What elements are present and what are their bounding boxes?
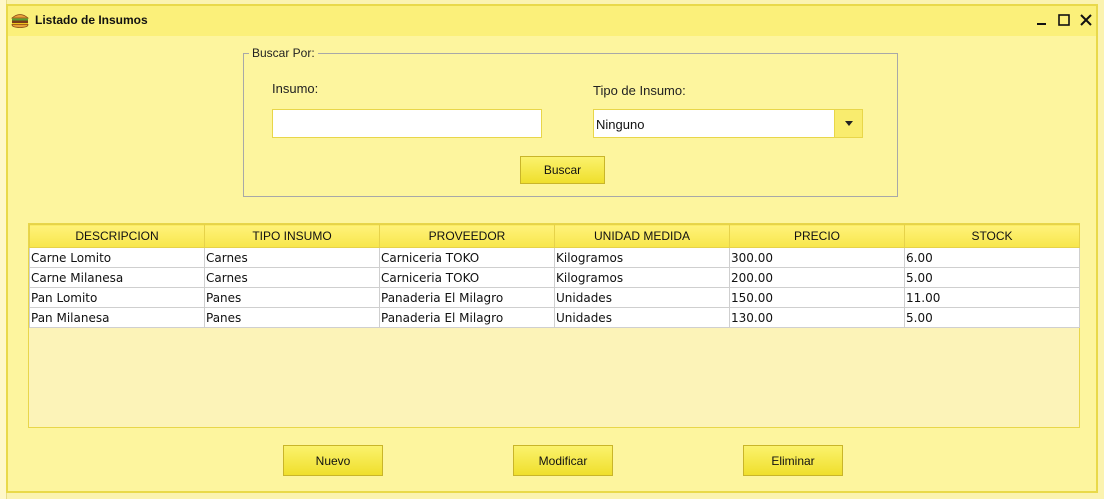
insumos-window: Listado de Insumos Buscar Por: Insumo: T…: [6, 4, 1098, 493]
select-dropdown-button[interactable]: [834, 110, 862, 137]
header-unidad-medida[interactable]: UNIDAD MEDIDA: [554, 224, 730, 248]
cell-tipo-insumo: Carnes: [204, 267, 380, 288]
cell-stock: 5.00: [904, 267, 1080, 288]
cell-tipo-insumo: Panes: [204, 287, 380, 308]
cell-descripcion: Pan Milanesa: [29, 307, 205, 328]
cell-proveedor: Carniceria TOKO: [379, 247, 555, 268]
cell-unidad-medida: Unidades: [554, 287, 730, 308]
cell-descripcion: Carne Milanesa: [29, 267, 205, 288]
cell-proveedor: Panaderia El Milagro: [379, 287, 555, 308]
cell-tipo-insumo: Panes: [204, 307, 380, 328]
chevron-down-icon: [844, 121, 853, 126]
close-icon: [1080, 14, 1092, 26]
table-row[interactable]: Carne Lomito Carnes Carniceria TOKO Kilo…: [29, 247, 1080, 268]
table-header-row: DESCRIPCION TIPO INSUMO PROVEEDOR UNIDAD…: [29, 224, 1080, 248]
cell-proveedor: Panaderia El Milagro: [379, 307, 555, 328]
minimize-button[interactable]: [1030, 9, 1052, 31]
insumos-table: DESCRIPCION TIPO INSUMO PROVEEDOR UNIDAD…: [29, 224, 1080, 328]
modificar-button[interactable]: Modificar: [513, 445, 613, 476]
cell-precio: 200.00: [729, 267, 905, 288]
cell-precio: 300.00: [729, 247, 905, 268]
window-title: Listado de Insumos: [35, 13, 148, 27]
burger-icon: [10, 12, 30, 28]
title-bar[interactable]: Listado de Insumos: [8, 6, 1096, 36]
tipo-insumo-select[interactable]: Ninguno: [593, 109, 863, 138]
maximize-button[interactable]: [1053, 9, 1075, 31]
table-row[interactable]: Pan Lomito Panes Panaderia El Milagro Un…: [29, 287, 1080, 308]
insumos-table-container[interactable]: DESCRIPCION TIPO INSUMO PROVEEDOR UNIDAD…: [28, 223, 1080, 428]
cell-stock: 5.00: [904, 307, 1080, 328]
cell-proveedor: Carniceria TOKO: [379, 267, 555, 288]
header-tipo-insumo[interactable]: TIPO INSUMO: [204, 224, 380, 248]
eliminar-button[interactable]: Eliminar: [743, 445, 843, 476]
header-proveedor[interactable]: PROVEEDOR: [379, 224, 555, 248]
cell-unidad-medida: Unidades: [554, 307, 730, 328]
header-precio[interactable]: PRECIO: [729, 224, 905, 248]
search-group-label: Buscar Por:: [249, 46, 318, 60]
cell-tipo-insumo: Carnes: [204, 247, 380, 268]
cell-descripcion: Pan Lomito: [29, 287, 205, 308]
minimize-icon: [1037, 23, 1046, 25]
cell-precio: 130.00: [729, 307, 905, 328]
tipo-insumo-label: Tipo de Insumo:: [593, 83, 686, 98]
close-button[interactable]: [1075, 9, 1097, 31]
insumo-label: Insumo:: [272, 81, 319, 96]
cell-stock: 11.00: [904, 287, 1080, 308]
header-stock[interactable]: STOCK: [904, 224, 1080, 248]
tipo-insumo-value: Ninguno: [596, 117, 645, 132]
insumo-input[interactable]: [272, 109, 542, 138]
cell-unidad-medida: Kilogramos: [554, 247, 730, 268]
cell-precio: 150.00: [729, 287, 905, 308]
table-row[interactable]: Pan Milanesa Panes Panaderia El Milagro …: [29, 307, 1080, 328]
nuevo-button[interactable]: Nuevo: [283, 445, 383, 476]
table-row[interactable]: Carne Milanesa Carnes Carniceria TOKO Ki…: [29, 267, 1080, 288]
cell-descripcion: Carne Lomito: [29, 247, 205, 268]
header-descripcion[interactable]: DESCRIPCION: [29, 224, 205, 248]
maximize-icon: [1058, 14, 1070, 26]
buscar-button[interactable]: Buscar: [520, 156, 605, 184]
cell-stock: 6.00: [904, 247, 1080, 268]
cell-unidad-medida: Kilogramos: [554, 267, 730, 288]
